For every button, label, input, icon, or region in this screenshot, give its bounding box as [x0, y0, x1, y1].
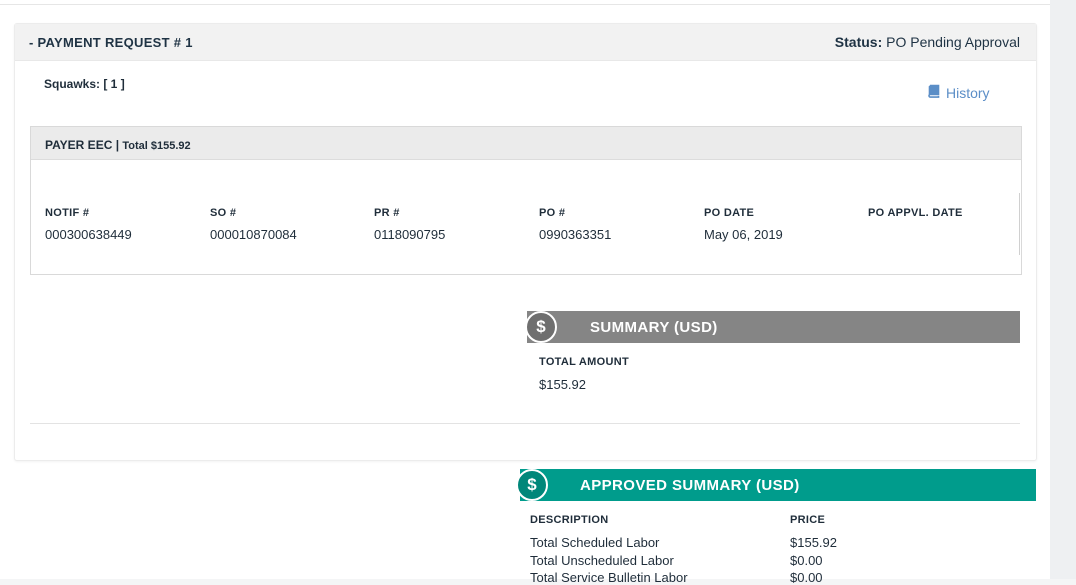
history-link[interactable]: History	[927, 84, 990, 101]
payment-request-header[interactable]: - PAYMENT REQUEST # 1 Status: PO Pending…	[15, 24, 1036, 61]
column-value: 0990363351	[539, 227, 612, 242]
column-value: 000010870084	[210, 227, 297, 242]
payment-request-title[interactable]: - PAYMENT REQUEST # 1	[29, 35, 193, 50]
approved-row-price: $0.00	[790, 553, 823, 568]
dollar-icon: $	[516, 469, 548, 501]
so-column: SO # 000010870084	[210, 207, 297, 242]
history-label: History	[946, 84, 990, 101]
column-value: 0118090795	[374, 227, 446, 242]
status-value: PO Pending Approval	[886, 34, 1020, 50]
dollar-icon: $	[525, 311, 557, 343]
po-column: PO # 0990363351	[539, 207, 611, 242]
book-icon	[927, 84, 941, 101]
summary-title: SUMMARY (USD)	[590, 319, 718, 336]
column-value: 000300638449	[45, 227, 132, 242]
payer-name: PAYER EEC	[45, 138, 113, 152]
po-approval-date-column: PO APPVL. DATE	[868, 207, 963, 227]
column-header: SO #	[210, 207, 237, 219]
approved-row-price: $155.92	[790, 535, 837, 550]
payer-panel: PAYER EEC | Total $155.92 NOTIF # 000300…	[30, 126, 1022, 275]
payer-title: PAYER EEC | Total $155.92	[45, 138, 191, 152]
column-header: NOTIF #	[45, 207, 90, 219]
approved-row-price: $0.00	[790, 570, 823, 585]
payer-header: PAYER EEC | Total $155.92	[31, 127, 1021, 160]
total-amount-value: $155.92	[539, 377, 586, 392]
approved-row-description: Total Service Bulletin Labor	[530, 570, 688, 585]
summary-bar: $ SUMMARY (USD)	[525, 311, 1020, 343]
total-amount-label: TOTAL AMOUNT	[539, 356, 629, 368]
approved-summary-title: APPROVED SUMMARY (USD)	[580, 477, 800, 494]
approved-row-description: Total Unscheduled Labor	[530, 553, 674, 568]
payer-total: Total $155.92	[122, 140, 191, 152]
approved-summary-bar: $ APPROVED SUMMARY (USD)	[516, 469, 1036, 501]
status-label: Status:	[834, 34, 883, 50]
column-header: PO #	[539, 207, 566, 219]
approved-row-description: Total Scheduled Labor	[530, 535, 660, 550]
column-value: May 06, 2019	[704, 227, 783, 242]
description-header: DESCRIPTION	[530, 514, 609, 526]
pr-column: PR # 0118090795	[374, 207, 445, 242]
status: Status: PO Pending Approval	[835, 34, 1020, 50]
notif-column: NOTIF # 000300638449	[45, 207, 132, 242]
price-header: PRICE	[790, 514, 826, 526]
payer-separator: |	[112, 138, 123, 152]
column-divider	[1019, 193, 1020, 255]
right-gutter	[1050, 0, 1076, 579]
payment-request-card: - PAYMENT REQUEST # 1 Status: PO Pending…	[14, 23, 1037, 461]
column-header: PR #	[374, 207, 400, 219]
column-header: PO APPVL. DATE	[868, 207, 963, 219]
po-date-column: PO DATE May 06, 2019	[704, 207, 783, 242]
squawks-count: Squawks: [ 1 ]	[44, 77, 125, 91]
card-divider	[30, 423, 1020, 424]
column-header: PO DATE	[704, 207, 755, 219]
